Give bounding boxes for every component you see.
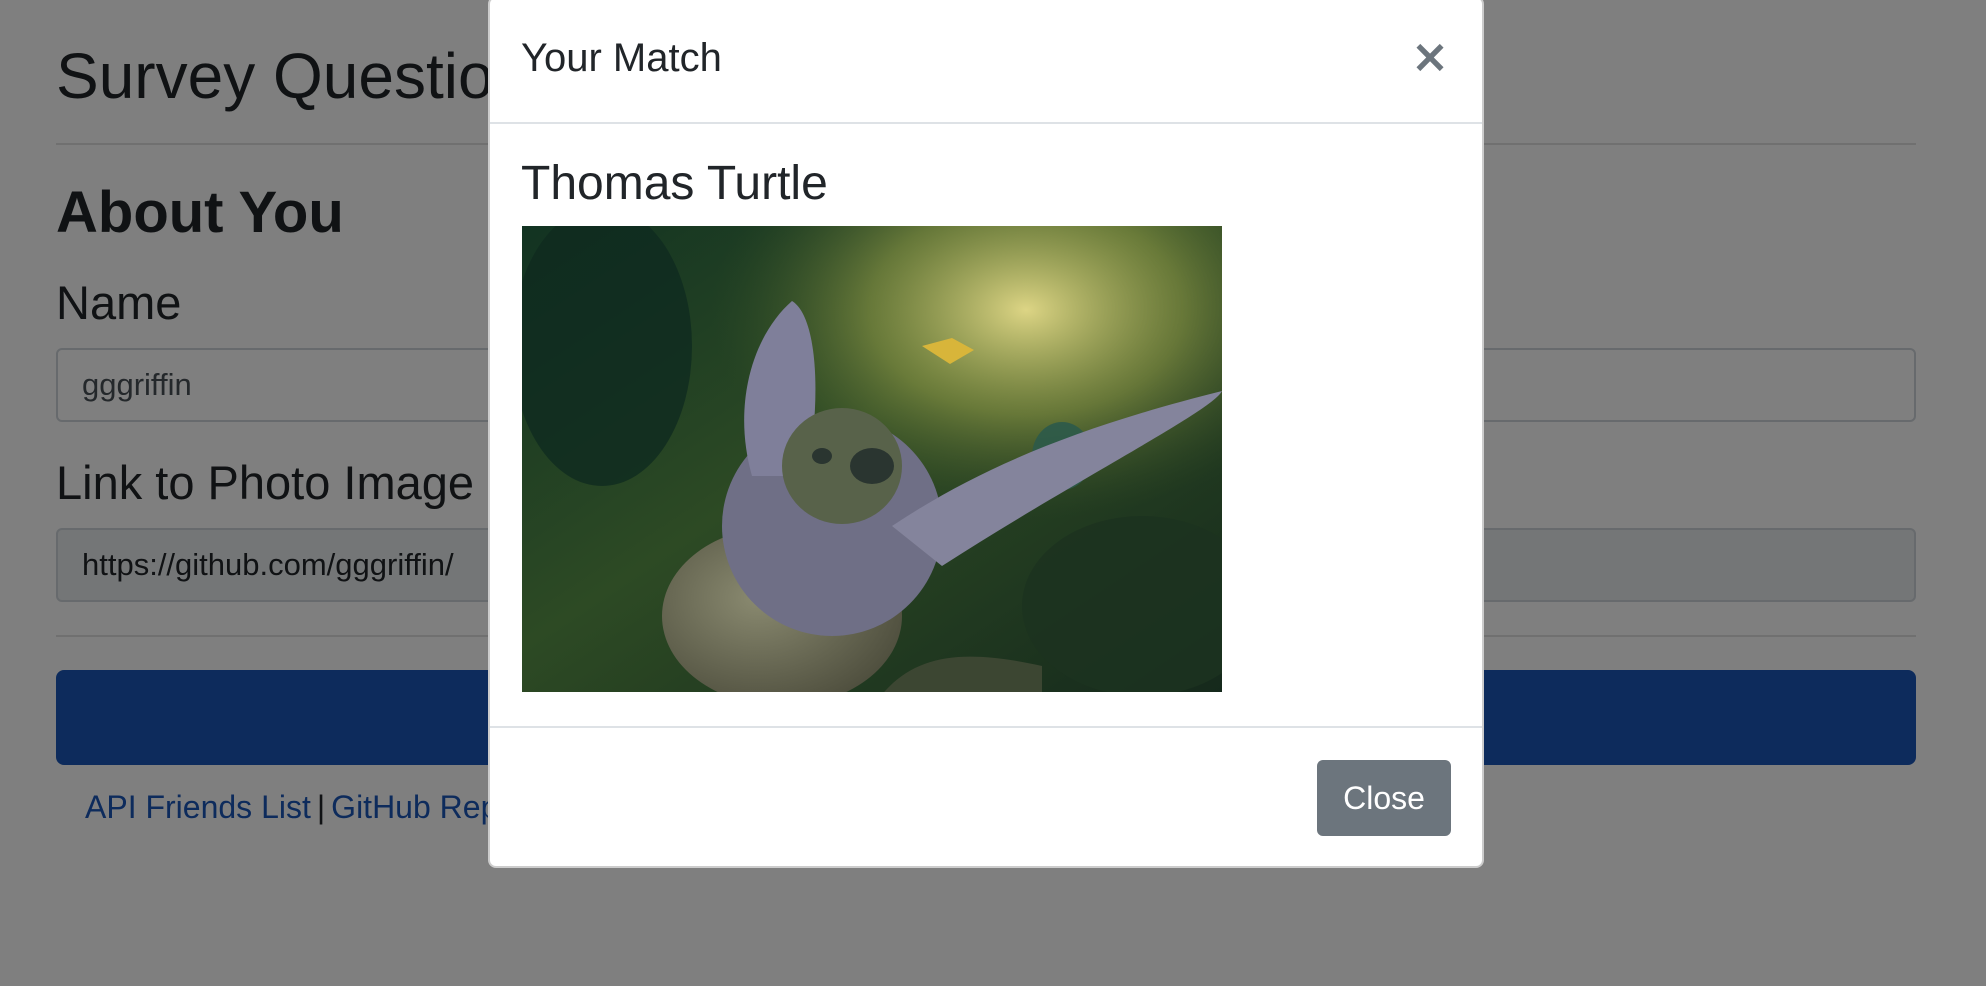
match-name: Thomas Turtle <box>521 157 828 210</box>
modal-header: Your Match × <box>490 0 1482 124</box>
modal-title: Your Match <box>521 36 722 80</box>
match-photo <box>522 226 1222 692</box>
close-button[interactable]: Close <box>1317 760 1451 836</box>
modal-footer: Close <box>490 726 1482 866</box>
close-icon[interactable]: × <box>1410 33 1450 79</box>
match-modal: Your Match × Thomas Turtle Close <box>488 0 1484 868</box>
survey-page: Survey Questions About You Name Link to … <box>0 0 1986 986</box>
